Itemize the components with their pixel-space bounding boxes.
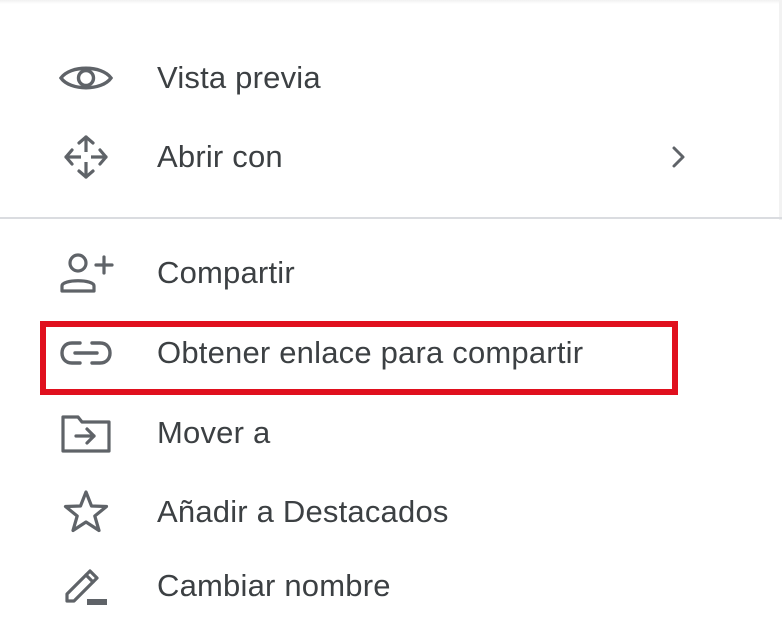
menu-divider: [0, 217, 782, 219]
menu-item-label: Abrir con: [157, 139, 283, 174]
menu-item-label: Compartir: [157, 255, 295, 290]
menu-item-open-with[interactable]: Abrir con: [0, 122, 782, 192]
pencil-icon: [58, 564, 114, 608]
link-icon: [58, 331, 114, 375]
menu-item-preview[interactable]: Vista previa: [0, 43, 782, 113]
menu-item-share[interactable]: Compartir: [0, 238, 782, 308]
move-arrows-icon: [58, 135, 114, 179]
menu-item-label: Mover a: [157, 415, 271, 450]
eye-icon: [58, 56, 114, 100]
menu-item-label: Cambiar nombre: [157, 568, 391, 603]
context-menu: Vista previa Abrir con Compartir Obtener…: [0, 0, 782, 620]
chevron-right-icon: [666, 142, 690, 172]
star-icon: [58, 490, 114, 534]
menu-item-label: Obtener enlace para compartir: [157, 335, 584, 370]
menu-item-add-starred[interactable]: Añadir a Destacados: [0, 477, 782, 547]
menu-item-move-to[interactable]: Mover a: [0, 398, 782, 468]
menu-item-label: Añadir a Destacados: [157, 494, 449, 529]
menu-item-label: Vista previa: [157, 60, 321, 95]
folder-move-icon: [58, 411, 114, 455]
menu-item-get-link[interactable]: Obtener enlace para compartir: [0, 318, 782, 388]
add-person-icon: [58, 251, 114, 295]
menu-top-edge: [0, 0, 782, 4]
menu-item-rename[interactable]: Cambiar nombre: [0, 551, 782, 620]
